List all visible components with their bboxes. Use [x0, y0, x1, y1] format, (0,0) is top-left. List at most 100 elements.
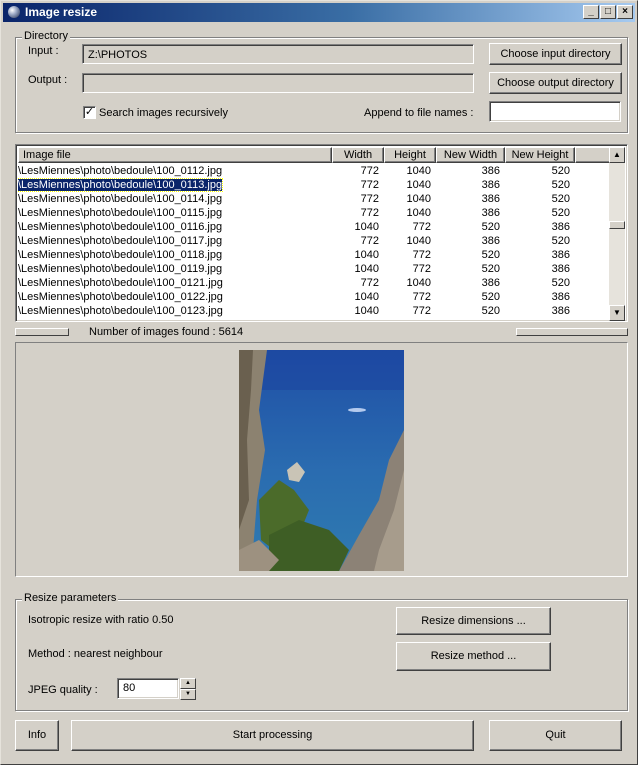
cell-file: \LesMiennes\photo\bedoule\100_0122.jpg [18, 291, 223, 303]
resize-parameters-legend: Resize parameters [22, 592, 119, 604]
table-row[interactable]: \LesMiennes\photo\bedoule\100_0123.jpg 10… [18, 304, 612, 318]
scroll-down-icon: ▼ [613, 308, 621, 317]
table-row[interactable]: \LesMiennes\photo\bedoule\100_0121.jpg 77… [18, 276, 612, 290]
scroll-up-button[interactable]: ▲ [609, 147, 625, 163]
table-row[interactable]: \LesMiennes\photo\bedoule\100_0116.jpg 10… [18, 220, 612, 234]
input-directory-field[interactable]: Z:\PHOTOS [82, 44, 474, 64]
cell-height: 772 [412, 221, 431, 233]
cell-width: 772 [360, 165, 379, 177]
table-row[interactable]: \LesMiennes\photo\bedoule\100_0113.jpg 77… [18, 178, 612, 192]
quit-button[interactable]: Quit [489, 720, 622, 751]
choose-input-directory-button[interactable]: Choose input directory [489, 43, 622, 65]
cell-width: 1040 [354, 249, 379, 261]
cell-height: 772 [412, 305, 431, 317]
cell-new-width: 520 [481, 249, 500, 261]
cell-width: 772 [360, 193, 379, 205]
cell-height: 772 [412, 263, 431, 275]
cell-width: 1040 [354, 291, 379, 303]
table-row[interactable]: \LesMiennes\photo\bedoule\100_0114.jpg 77… [18, 192, 612, 206]
resize-dimensions-button[interactable]: Resize dimensions ... [396, 607, 551, 635]
jpeg-quality-input[interactable]: 80 [117, 678, 179, 699]
minimize-icon: _ [588, 6, 594, 17]
table-row[interactable]: \LesMiennes\photo\bedoule\100_0118.jpg 10… [18, 248, 612, 262]
jpeg-quality-value: 80 [123, 682, 136, 694]
jpeg-quality-label: JPEG quality : [28, 684, 98, 696]
append-field[interactable] [489, 101, 621, 122]
cell-new-height: 520 [551, 207, 570, 219]
cell-height: 1040 [406, 277, 431, 289]
cell-height: 1040 [406, 207, 431, 219]
output-label: Output : [28, 74, 68, 86]
main-window: Image resize _ □ × Directory Input : Z:\… [0, 0, 638, 765]
output-directory-field[interactable] [82, 73, 474, 93]
cell-new-height: 386 [551, 263, 570, 275]
cell-file: \LesMiennes\photo\bedoule\100_0113.jpg [18, 178, 224, 192]
table-row[interactable]: \LesMiennes\photo\bedoule\100_0115.jpg 77… [18, 206, 612, 220]
scroll-up-icon: ▲ [613, 150, 621, 159]
append-label: Append to file names : [364, 107, 474, 119]
table-row[interactable]: \LesMiennes\photo\bedoule\100_0117.jpg 77… [18, 234, 612, 248]
jpeg-quality-spinner[interactable]: ▲ ▼ [180, 678, 196, 700]
preview-panel [15, 342, 628, 577]
scroll-thumb[interactable] [609, 221, 625, 229]
cell-file: \LesMiennes\photo\bedoule\100_0123.jpg [18, 305, 223, 317]
cell-new-height: 520 [551, 179, 570, 191]
cell-height: 772 [412, 291, 431, 303]
cell-new-width: 386 [481, 179, 500, 191]
table-row[interactable]: \LesMiennes\photo\bedoule\100_0122.jpg 10… [18, 290, 612, 304]
list-header: Image file Width Height New Width New He… [18, 147, 612, 163]
cell-width: 772 [360, 235, 379, 247]
col-new-height[interactable]: New Height [505, 147, 575, 163]
directory-legend: Directory [22, 30, 71, 42]
image-list[interactable]: Image file Width Height New Width New He… [15, 144, 628, 322]
cell-file: \LesMiennes\photo\bedoule\100_0116.jpg [18, 221, 223, 233]
cell-height: 1040 [406, 179, 431, 191]
recursive-label: Search images recursively [99, 107, 228, 119]
title-bar[interactable]: Image resize _ □ × [3, 3, 635, 22]
close-button[interactable]: × [617, 5, 633, 19]
cell-new-width: 520 [481, 263, 500, 275]
spin-up-icon: ▲ [185, 680, 191, 686]
spin-up-button[interactable]: ▲ [180, 678, 196, 689]
cell-new-width: 386 [481, 165, 500, 177]
cell-new-width: 386 [481, 207, 500, 219]
cell-new-height: 386 [551, 305, 570, 317]
col-width[interactable]: Width [332, 147, 384, 163]
method-text: Method : nearest neighbour [28, 648, 163, 660]
start-processing-button[interactable]: Start processing [71, 720, 474, 751]
col-height[interactable]: Height [384, 147, 436, 163]
vertical-scrollbar[interactable]: ▲ ▼ [609, 147, 625, 321]
cell-file: \LesMiennes\photo\bedoule\100_0118.jpg [18, 249, 223, 261]
input-label: Input : [28, 45, 59, 57]
cell-new-width: 520 [481, 291, 500, 303]
choose-output-directory-button[interactable]: Choose output directory [489, 72, 622, 94]
status-left-bar [15, 328, 69, 336]
resize-method-button[interactable]: Resize method ... [396, 642, 551, 671]
recursive-checkbox[interactable]: ✓ [83, 106, 96, 119]
window-title: Image resize [25, 5, 98, 19]
cell-new-height: 520 [551, 193, 570, 205]
maximize-button[interactable]: □ [600, 5, 616, 19]
cell-file: \LesMiennes\photo\bedoule\100_0119.jpg [18, 263, 223, 275]
input-directory-value: Z:\PHOTOS [88, 49, 148, 61]
col-image-file[interactable]: Image file [18, 147, 332, 163]
table-row[interactable]: \LesMiennes\photo\bedoule\100_0119.jpg 10… [18, 262, 612, 276]
cell-width: 1040 [354, 305, 379, 317]
col-filler [575, 147, 612, 163]
spin-down-button[interactable]: ▼ [180, 689, 196, 700]
cell-file: \LesMiennes\photo\bedoule\100_0117.jpg [18, 235, 223, 247]
table-row[interactable]: \LesMiennes\photo\bedoule\100_0112.jpg 77… [18, 164, 612, 178]
cell-new-height: 520 [551, 277, 570, 289]
cell-file: \LesMiennes\photo\bedoule\100_0121.jpg [18, 277, 223, 289]
info-button[interactable]: Info [15, 720, 59, 751]
scroll-down-button[interactable]: ▼ [609, 305, 625, 321]
col-new-width[interactable]: New Width [436, 147, 505, 163]
cell-width: 1040 [354, 263, 379, 275]
cell-width: 772 [360, 179, 379, 191]
cell-new-width: 386 [481, 277, 500, 289]
cell-new-width: 386 [481, 235, 500, 247]
image-count-text: Number of images found : 5614 [89, 326, 244, 338]
app-icon [8, 6, 20, 18]
minimize-button[interactable]: _ [583, 5, 599, 19]
cell-height: 1040 [406, 235, 431, 247]
